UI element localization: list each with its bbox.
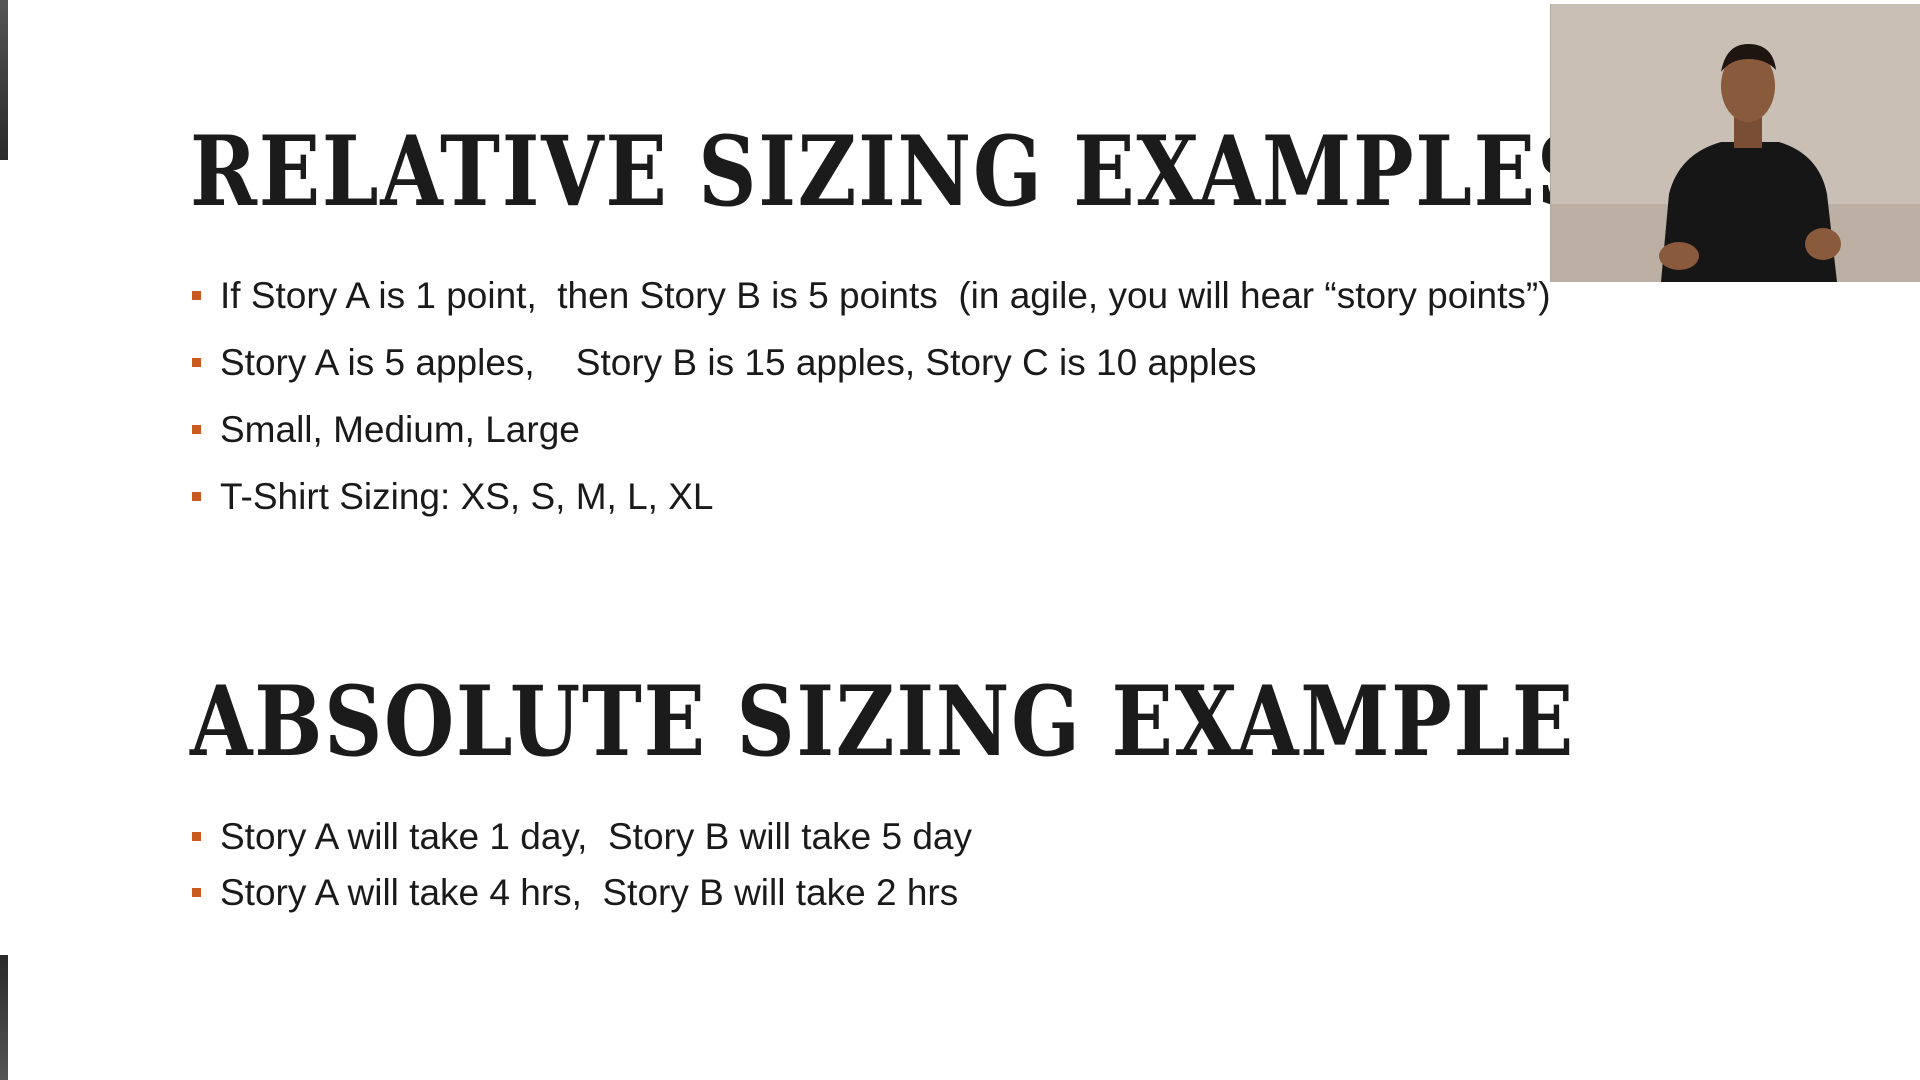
presenter-video-icon — [1551, 4, 1920, 282]
list-item: T-Shirt Sizing: XS, S, M, L, XL — [190, 475, 1551, 519]
list-item: Small, Medium, Large — [190, 408, 1551, 452]
absolute-sizing-heading: ABSOLUTE SIZING EXAMPLE — [190, 665, 1575, 778]
presenter-webcam-overlay — [1550, 4, 1920, 282]
left-edge-bar-top — [0, 0, 8, 160]
left-edge-bar-bottom — [0, 955, 8, 1080]
bullet-marker — [192, 888, 201, 897]
bullet-text: Story A will take 4 hrs, Story B will ta… — [220, 872, 959, 913]
list-item: If Story A is 1 point, then Story B is 5… — [190, 274, 1551, 318]
list-item: Story A is 5 apples, Story B is 15 apple… — [190, 341, 1551, 385]
bullet-text: Small, Medium, Large — [220, 409, 580, 450]
list-item: Story A will take 4 hrs, Story B will ta… — [190, 871, 972, 915]
bullet-text: T-Shirt Sizing: XS, S, M, L, XL — [220, 476, 714, 517]
bullet-marker — [192, 358, 201, 367]
bullet-text: Story A will take 1 day, Story B will ta… — [220, 816, 972, 857]
list-item: Story A will take 1 day, Story B will ta… — [190, 815, 972, 859]
bullet-text: If Story A is 1 point, then Story B is 5… — [220, 275, 1551, 316]
bullet-marker — [192, 492, 201, 501]
bullet-marker — [192, 425, 201, 434]
relative-sizing-heading: RELATIVE SIZING EXAMPLES — [190, 115, 1597, 228]
presentation-slide: RELATIVE SIZING EXAMPLES If Story A is 1… — [0, 0, 1920, 1080]
bullet-marker — [192, 832, 201, 841]
bullet-marker — [192, 291, 201, 300]
bullet-text: Story A is 5 apples, Story B is 15 apple… — [220, 342, 1257, 383]
absolute-sizing-list: Story A will take 1 day, Story B will ta… — [190, 815, 972, 927]
relative-sizing-list: If Story A is 1 point, then Story B is 5… — [190, 274, 1551, 542]
